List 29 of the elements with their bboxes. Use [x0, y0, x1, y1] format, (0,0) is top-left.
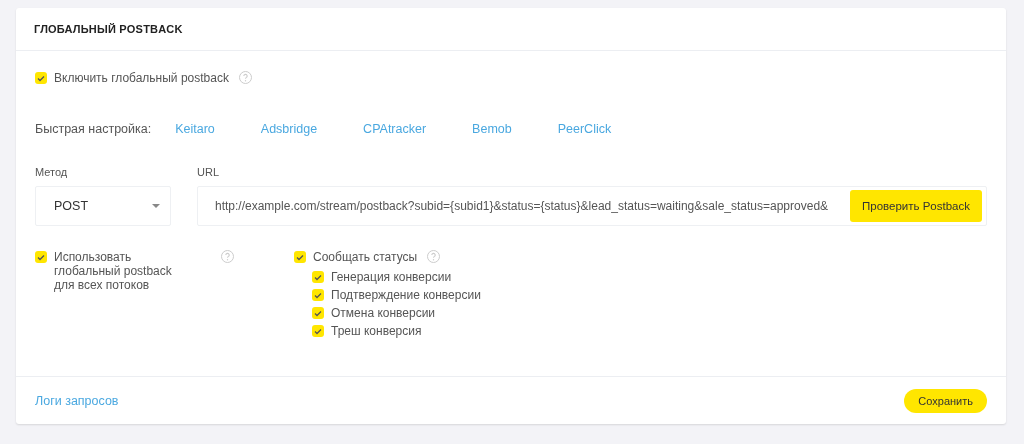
checkbox-label: Использовать глобальный postback для всех потоков: [54, 250, 173, 292]
card-title: ГЛОБАЛЬНЫЙ POSTBACK: [16, 8, 1006, 51]
checkbox-label: Включить глобальный postback: [54, 71, 229, 85]
checkbox-label: Генерация конверсии: [331, 270, 452, 284]
quick-setup-link[interactable]: CPAtracker: [363, 122, 427, 136]
method-dropdown[interactable]: POST: [35, 186, 171, 226]
checkbox-label: Треш конверсия: [331, 324, 422, 338]
checkbox-label: Отмена конверсии: [331, 306, 436, 320]
quick-setup-link[interactable]: Bemob: [472, 122, 512, 136]
check-postback-button[interactable]: Проверить Postback: [850, 190, 982, 222]
checkbox[interactable]: [312, 271, 324, 283]
checkbox[interactable]: [35, 251, 47, 263]
checkbox[interactable]: [294, 251, 306, 263]
field-label: Метод: [35, 166, 69, 180]
caret-icon: [152, 204, 160, 208]
checkbox-label: Подтверждение конверсии: [331, 288, 481, 302]
request-logs-link[interactable]: Логи запросов: [35, 393, 119, 408]
quick-setup-link[interactable]: Adsbridge: [260, 122, 318, 136]
save-button[interactable]: Сохранить: [904, 388, 987, 413]
checkbox[interactable]: [312, 307, 324, 319]
url-field[interactable]: http://example.com/stream/postback?subid={subid1}&status={status}&lead_status=waiting&sale_status=approved& Проверить Postback: [197, 186, 987, 226]
checkbox[interactable]: [312, 289, 324, 301]
checkbox[interactable]: [312, 325, 324, 337]
quick-setup-link[interactable]: PeerClick: [557, 122, 612, 136]
checkbox[interactable]: [35, 72, 47, 84]
quick-setup-link[interactable]: Keitaro: [175, 122, 215, 136]
checkbox-label: Сообщать статусы: [313, 250, 418, 264]
field-label: URL: [197, 166, 220, 180]
quick-setup-label: Быстрая настройка:: [35, 122, 152, 136]
